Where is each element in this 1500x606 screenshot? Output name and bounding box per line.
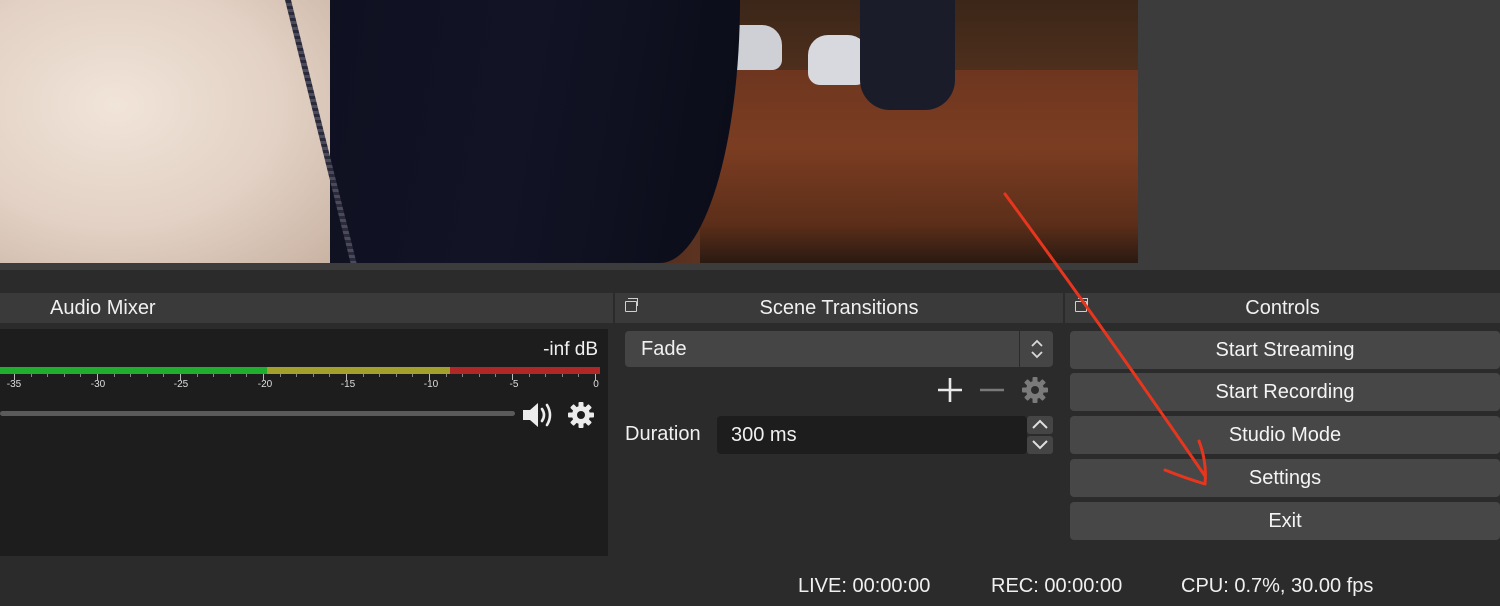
scale-label: -10 <box>423 379 439 390</box>
start-recording-button[interactable]: Start Recording <box>1070 373 1500 411</box>
scene-transitions-panel: Fade Duration 300 ms <box>615 323 1063 556</box>
float-window-icon[interactable] <box>1075 298 1088 312</box>
duration-stepper[interactable] <box>1027 416 1053 454</box>
gear-icon[interactable] <box>566 400 596 435</box>
controls-title-bar[interactable]: Controls <box>1065 293 1500 323</box>
meter-tick <box>379 374 381 377</box>
meter-tick <box>329 374 331 377</box>
meter-tick <box>113 374 115 377</box>
scale-label: -15 <box>340 379 356 390</box>
speaker-icon[interactable] <box>520 399 560 436</box>
meter-tick <box>296 374 298 377</box>
scale-label: -5 <box>509 379 519 390</box>
scale-label: -20 <box>257 379 273 390</box>
exit-button[interactable]: Exit <box>1070 502 1500 540</box>
program-preview[interactable] <box>0 0 1138 263</box>
meter-red-zone <box>450 367 600 374</box>
obs-window: Audio Mixer -inf dB -35 -30 -25 -20 -15 … <box>0 0 1500 606</box>
meter-tick <box>478 374 480 377</box>
meter-tick <box>80 374 82 377</box>
preview-leg <box>860 0 955 110</box>
meter-tick <box>578 374 580 377</box>
rec-timer: REC: 00:00:00 <box>991 575 1123 597</box>
transition-select-value: Fade <box>641 338 687 360</box>
minus-icon[interactable] <box>977 375 1007 405</box>
preview-jacket <box>280 0 740 263</box>
meter-tick <box>528 374 530 377</box>
duration-value: 300 ms <box>731 424 797 446</box>
start-streaming-button[interactable]: Start Streaming <box>1070 331 1500 369</box>
volume-level-readout: -inf dB <box>543 339 598 360</box>
studio-mode-button[interactable]: Studio Mode <box>1070 416 1500 454</box>
preview-area <box>0 0 1500 270</box>
meter-yellow-zone <box>267 367 450 374</box>
audio-mixer-title: Audio Mixer <box>50 297 156 319</box>
transition-select[interactable]: Fade <box>625 331 1053 367</box>
meter-tick <box>130 374 132 377</box>
meter-tick <box>462 374 464 377</box>
meter-tick <box>362 374 364 377</box>
meter-tick <box>30 374 32 377</box>
meter-tick <box>312 374 314 377</box>
chevron-up-down-icon <box>1019 331 1053 367</box>
meter-green-zone <box>0 367 267 374</box>
scale-label: -30 <box>90 379 106 390</box>
volume-slider[interactable] <box>0 411 515 416</box>
scale-label: -35 <box>6 379 22 390</box>
duration-field[interactable]: 300 ms <box>717 416 1027 454</box>
meter-tick <box>63 374 65 377</box>
duration-label: Duration <box>625 423 701 445</box>
meter-tick <box>229 374 231 377</box>
meter-tick <box>246 374 248 377</box>
meter-tick <box>445 374 447 377</box>
meter-tick <box>47 374 49 377</box>
cpu-stats: CPU: 0.7%, 30.00 fps <box>1181 575 1374 597</box>
meter-tick <box>545 374 547 377</box>
scene-transitions-title-bar[interactable]: Scene Transitions <box>615 293 1063 323</box>
float-window-icon[interactable] <box>625 298 638 312</box>
gear-icon[interactable] <box>1020 375 1050 405</box>
meter-tick <box>279 374 281 377</box>
volume-meter <box>0 367 600 374</box>
meter-tick <box>213 374 215 377</box>
plus-icon[interactable] <box>935 375 965 405</box>
meter-tick <box>395 374 397 377</box>
settings-button[interactable]: Settings <box>1070 459 1500 497</box>
meter-tick <box>163 374 165 377</box>
preview-shoe <box>808 35 868 85</box>
audio-mixer-title-bar[interactable]: Audio Mixer <box>0 293 613 323</box>
meter-tick <box>196 374 198 377</box>
scene-transitions-title: Scene Transitions <box>759 297 919 319</box>
scale-label: -25 <box>173 379 189 390</box>
meter-tick <box>412 374 414 377</box>
live-timer: LIVE: 00:00:00 <box>798 575 931 597</box>
scale-label: 0 <box>593 379 599 390</box>
controls-title: Controls <box>1245 297 1320 319</box>
meter-tick <box>561 374 563 377</box>
preview-shirt <box>0 0 330 263</box>
meter-tick <box>495 374 497 377</box>
meter-tick <box>146 374 148 377</box>
audio-mixer-panel: -inf dB -35 -30 -25 -20 -15 -10 -5 0 <box>0 329 608 556</box>
